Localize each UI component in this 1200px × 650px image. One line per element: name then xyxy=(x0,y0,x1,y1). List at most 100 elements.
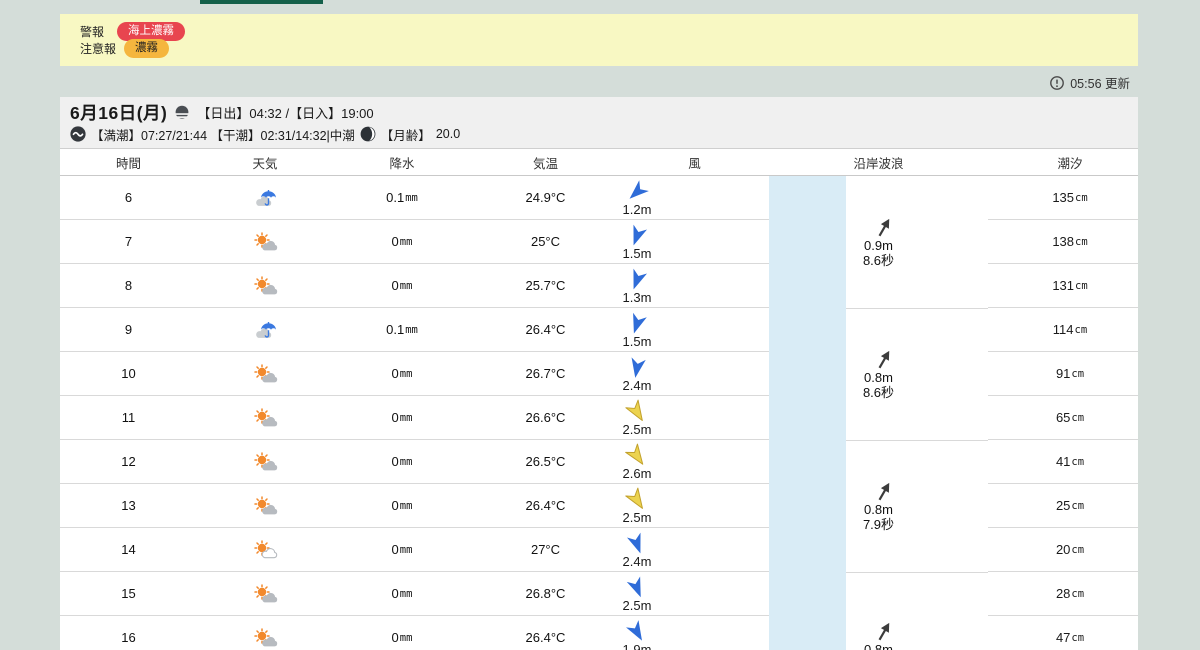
weather-cell xyxy=(197,352,333,395)
row-left: 12 0 mm 26.5°C 2.6m xyxy=(60,440,769,484)
weather-page: 警報 海上濃霧 注意報 濃霧 05:56 更新 6月16日(月) 【日出】04:… xyxy=(0,0,1200,650)
wave-direction-icon xyxy=(873,620,895,644)
warning-label: 警報 xyxy=(80,24,105,39)
tide-cell: 20 cm xyxy=(988,528,1138,572)
sun-cloud-icon xyxy=(252,231,278,252)
temp-cell: 26.7°C xyxy=(525,366,566,381)
precip-cell: 0 mm xyxy=(391,366,413,381)
time-cell: 13 xyxy=(121,498,136,513)
time-cell: 14 xyxy=(121,542,136,557)
time-cell: 15 xyxy=(121,586,136,601)
precip-cell: 0 mm xyxy=(391,454,413,469)
tide-cell: 131 cm xyxy=(988,264,1138,308)
precip-cell: 0 mm xyxy=(391,234,413,249)
column-header-3: 降水 xyxy=(389,156,415,171)
wind-cell: 2.5m xyxy=(620,396,769,439)
time-cell: 12 xyxy=(121,454,136,469)
time-cell: 11 xyxy=(121,410,136,425)
row-left: 7 0 mm 25°C 1.5m xyxy=(60,220,769,264)
tide-cell: 41 cm xyxy=(988,440,1138,484)
wave-group-divider xyxy=(846,308,988,309)
date-header: 6月16日(月) 【日出】04:32 /【日入】19:00 【満潮】07:27/… xyxy=(60,97,1138,148)
advisory-row: 注意報 濃霧 xyxy=(80,38,1138,58)
tide-times-text: 【満潮】07:27/21:44 【干潮】02:31/14:32|中潮 xyxy=(91,128,355,143)
date-title: 6月16日(月) xyxy=(70,103,168,123)
column-header-5: 風 xyxy=(688,156,701,171)
alert-circle-icon xyxy=(1049,75,1065,91)
wind-cell: 1.9m xyxy=(620,616,769,650)
temp-cell: 26.4°C xyxy=(525,630,566,645)
moon-age-label: 【月齢】 xyxy=(380,128,431,143)
tide-cell: 114 cm xyxy=(988,308,1138,352)
wave-height: 0.8m xyxy=(864,641,893,650)
wave-height: 0.8m xyxy=(864,502,893,517)
tide-cell: 91 cm xyxy=(988,352,1138,396)
wave-direction-icon xyxy=(873,480,895,504)
tide-cell: 135 cm xyxy=(988,176,1138,220)
time-cell: 7 xyxy=(124,234,133,249)
tide-cell: 25 cm xyxy=(988,484,1138,528)
coastal-wave-cell: 0.9m 8.6秒 xyxy=(769,176,988,308)
wave-direction-icon xyxy=(873,348,895,372)
warning-row: 警報 海上濃霧 xyxy=(80,21,1138,41)
temp-cell: 26.4°C xyxy=(525,322,566,337)
temp-cell: 26.8°C xyxy=(525,586,566,601)
column-header-2: 天気 xyxy=(252,156,278,171)
wind-speed: 2.5m xyxy=(622,510,652,525)
sun-cloud-icon xyxy=(252,583,278,604)
row-left: 15 0 mm 26.8°C 2.5m xyxy=(60,572,769,616)
time-cell: 6 xyxy=(124,190,133,205)
weather-cell xyxy=(197,440,333,483)
time-cell: 8 xyxy=(124,278,133,293)
wind-speed: 2.5m xyxy=(622,598,652,613)
weather-cell xyxy=(197,396,333,439)
temp-cell: 27°C xyxy=(530,542,561,557)
wave-group-divider xyxy=(846,572,988,573)
date-line: 6月16日(月) 【日出】04:32 /【日入】19:00 xyxy=(70,102,1138,123)
precip-cell: 0 mm xyxy=(391,586,413,601)
precip-cell: 0 mm xyxy=(391,498,413,513)
column-header-6: 沿岸波浪 xyxy=(853,156,904,171)
wave-circle-icon xyxy=(70,126,86,142)
rain-icon xyxy=(252,320,279,340)
advisory-label: 注意報 xyxy=(80,41,117,56)
sun-cloud-icon xyxy=(252,495,278,516)
alert-banner: 警報 海上濃霧 注意報 濃霧 xyxy=(60,14,1138,66)
advisory-badge[interactable]: 濃霧 xyxy=(124,38,170,58)
wave-period: 8.6秒 xyxy=(862,385,895,400)
coastal-wave-cell: 0.8m 8.6秒 xyxy=(769,308,988,440)
precip-cell: 0.1 mm xyxy=(386,322,418,337)
wind-speed: 1.2m xyxy=(622,202,652,217)
temp-cell: 24.9°C xyxy=(525,190,566,205)
time-cell: 9 xyxy=(124,322,133,337)
wind-cell: 1.2m xyxy=(620,176,769,219)
row-left: 13 0 mm 26.4°C 2.5m xyxy=(60,484,769,528)
column-header-7: 潮汐 xyxy=(1057,156,1083,171)
wind-cell: 2.6m xyxy=(620,440,769,483)
tide-cell: 65 cm xyxy=(988,396,1138,440)
wind-speed: 2.4m xyxy=(622,378,652,393)
time-cell: 10 xyxy=(121,366,136,381)
table-header-row: 時間 天気 降水 気温 風 沿岸波浪 潮汐 xyxy=(60,149,1138,176)
precip-cell: 0 mm xyxy=(391,410,413,425)
weather-cell xyxy=(197,264,333,307)
sun-white-cloud-icon xyxy=(252,539,278,560)
sunrise-icon xyxy=(173,105,192,120)
warning-badge[interactable]: 海上濃霧 xyxy=(117,21,186,41)
row-left: 8 0 mm 25.7°C 1.3m xyxy=(60,264,769,308)
row-left: 11 0 mm 26.6°C 2.5m xyxy=(60,396,769,440)
wind-cell: 2.5m xyxy=(620,484,769,527)
wind-speed: 1.3m xyxy=(622,290,652,305)
temp-cell: 26.5°C xyxy=(525,454,566,469)
row-left: 9 0.1 mm 26.4°C 1.5m xyxy=(60,308,769,352)
tide-cell: 47 cm xyxy=(988,616,1138,650)
wind-speed: 2.5m xyxy=(622,422,652,437)
column-header-4: 気温 xyxy=(532,156,558,171)
wind-cell: 2.4m xyxy=(620,528,769,571)
coastal-wave-cell: 0.8m 7.9秒 xyxy=(769,440,988,572)
forecast-table: 時間 天気 降水 気温 風 沿岸波浪 潮汐 6 0.1 mm 24.9°C 1.2m 135 c… xyxy=(60,148,1138,650)
wind-speed: 1.5m xyxy=(622,246,652,261)
weather-cell xyxy=(197,176,333,219)
precip-cell: 0.1 mm xyxy=(386,190,418,205)
row-left: 10 0 mm 26.7°C 2.4m xyxy=(60,352,769,396)
